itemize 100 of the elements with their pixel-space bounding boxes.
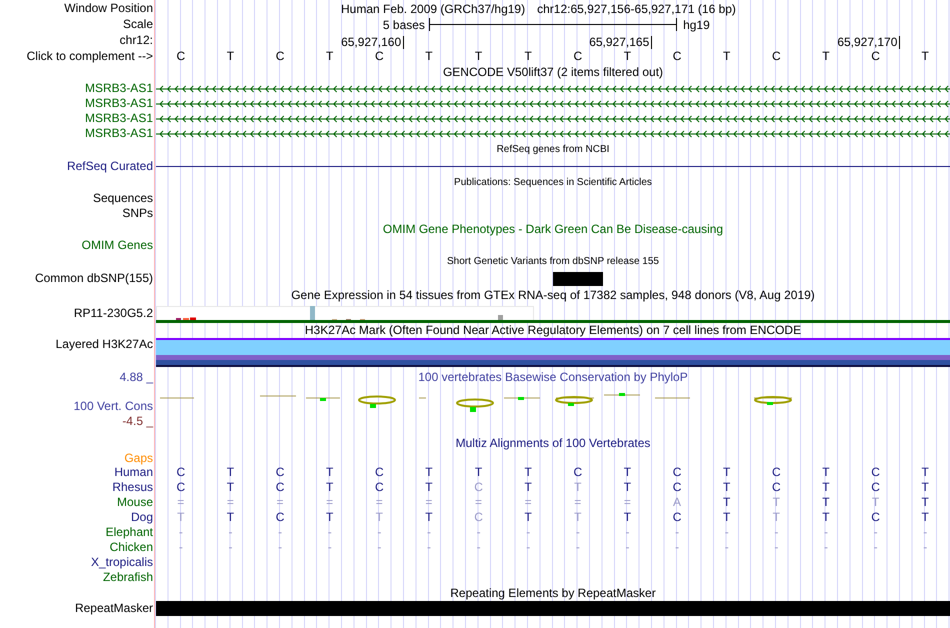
aligned-base: C (374, 465, 385, 480)
aligned-base: C (870, 465, 881, 480)
aligned-base: T (226, 510, 236, 525)
aligned-base: T (524, 465, 533, 480)
aligned-base: - (227, 540, 234, 555)
gene-arrow-line[interactable] (156, 128, 950, 138)
track-title: Gene Expression in 54 tissues from GTEx RNA-seq of 17382 samples, 948 donors (V8, Aug 2019) (291, 288, 815, 302)
base-letter[interactable]: C (752, 49, 802, 64)
base-letter[interactable]: C (255, 49, 305, 64)
gene-label[interactable]: MSRB3-AS1 (0, 111, 156, 126)
aligned-base: = (226, 495, 235, 510)
snp-bar[interactable] (553, 272, 603, 286)
track-label: Common dbSNP(155) (34, 271, 154, 286)
aligned-base: T (524, 510, 533, 525)
aligned-base: C (473, 480, 484, 495)
aligned-base: T (176, 510, 186, 525)
base-letter[interactable]: C (354, 49, 404, 64)
base-letter[interactable]: T (503, 49, 553, 64)
gene-label[interactable]: MSRB3-AS1 (0, 81, 156, 96)
track-title: GENCODE V50lift37 (2 items filtered out) (442, 65, 664, 80)
aligned-base: C (473, 510, 484, 525)
axis-label: 4.88 _ (118, 370, 154, 384)
aligned-base: C (672, 465, 682, 480)
ruler-tick: 65,927,165 (404, 36, 652, 49)
gene-arrow-line[interactable] (156, 84, 950, 94)
aligned-base: C (870, 510, 881, 525)
expression-bars-drawing[interactable] (156, 303, 950, 323)
aligned-base: T (821, 465, 831, 480)
aligned-base: - (674, 525, 680, 540)
track-title: Short Genetic Variants from dbSNP release 155 (447, 255, 659, 269)
assembly-title: Human Feb. 2009 (GRCh37/hg19) (341, 2, 526, 16)
aligned-base: C (175, 465, 186, 480)
species-label: Rhesus (111, 480, 154, 495)
gene-label[interactable]: MSRB3-AS1 (0, 126, 156, 141)
base-letter[interactable]: C (156, 49, 206, 64)
aligned-base: T (870, 495, 880, 510)
complement-link[interactable]: Click to complement --> (0, 49, 156, 64)
track-label: chr12: (118, 33, 154, 48)
species-label: Chicken (108, 540, 154, 555)
track-title: Publications: Sequences in Scientific Articles (454, 176, 652, 190)
track-label[interactable]: RefSeq Curated (0, 158, 156, 174)
aligned-base: - (277, 525, 284, 540)
aligned-base: - (426, 540, 432, 555)
aligned-base: T (424, 465, 434, 480)
aligned-base: C (374, 480, 385, 495)
track-title: Multiz Alignments of 100 Vertebrates (456, 436, 650, 450)
track-title: OMIM Gene Phenotypes - Dark Green Can Be Disease-causing (382, 222, 724, 237)
aligned-base: T (622, 465, 632, 480)
aligned-base: - (476, 525, 482, 540)
aligned-base: T (722, 495, 732, 510)
aligned-base: C (175, 480, 186, 495)
aligned-base: C (770, 465, 782, 480)
base-letter[interactable]: T (702, 49, 752, 64)
aligned-base: T (821, 495, 831, 510)
aligned-base: - (624, 540, 630, 555)
aligned-base: T (424, 510, 434, 525)
aligned-base: C (672, 480, 682, 495)
base-letter[interactable]: C (652, 49, 702, 64)
track-label: Scale (122, 17, 154, 32)
base-letter[interactable]: T (304, 49, 354, 64)
aligned-base: - (724, 540, 730, 555)
track-label: Sequences (92, 191, 154, 206)
gene-label[interactable]: MSRB3-AS1 (0, 96, 156, 111)
ruler-tick: 65,927,160 (156, 36, 404, 49)
base-letter[interactable]: T (454, 49, 504, 64)
gene-arrow-line[interactable] (156, 114, 950, 124)
aligned-base: T (325, 510, 334, 525)
position-text: chr12:65,927,156-65,927,171 (16 bp) (537, 2, 736, 16)
aligned-base: - (574, 540, 581, 555)
species-label: Human (113, 465, 154, 480)
species-label: Mouse (116, 495, 154, 510)
aligned-base: - (674, 540, 680, 555)
aligned-base: A (672, 495, 682, 510)
aligned-base: = (374, 495, 384, 510)
base-letter[interactable]: T (206, 49, 256, 64)
base-letter[interactable]: C (850, 49, 900, 64)
aligned-base: T (622, 510, 632, 525)
aligned-base: - (525, 540, 532, 555)
species-label: Dog (130, 510, 154, 525)
aligned-base: - (822, 525, 829, 540)
base-letter[interactable]: C (553, 49, 603, 64)
species-label: X_tropicalis (90, 555, 154, 570)
aligned-base: C (572, 465, 584, 480)
scale-text: 5 bases (382, 18, 426, 32)
aligned-base: - (773, 540, 780, 555)
track-label: RP11-230G5.2 (72, 306, 154, 320)
base-letter[interactable]: T (404, 49, 454, 64)
base-letter[interactable]: T (801, 49, 851, 64)
base-letter[interactable]: T (602, 49, 652, 64)
aligned-base: - (922, 525, 928, 540)
aligned-base: T (722, 480, 732, 495)
aligned-base: T (325, 480, 334, 495)
aligned-base: T (573, 480, 582, 495)
base-letter[interactable]: T (900, 49, 950, 64)
aligned-base: - (872, 525, 879, 540)
track-title: 100 vertebrates Basewise Conservation by PhyloP (418, 370, 688, 384)
gene-arrow-line[interactable] (156, 98, 950, 108)
aligned-base: = (524, 495, 533, 510)
aligned-base: T (573, 510, 582, 525)
aligned-base: T (424, 480, 434, 495)
